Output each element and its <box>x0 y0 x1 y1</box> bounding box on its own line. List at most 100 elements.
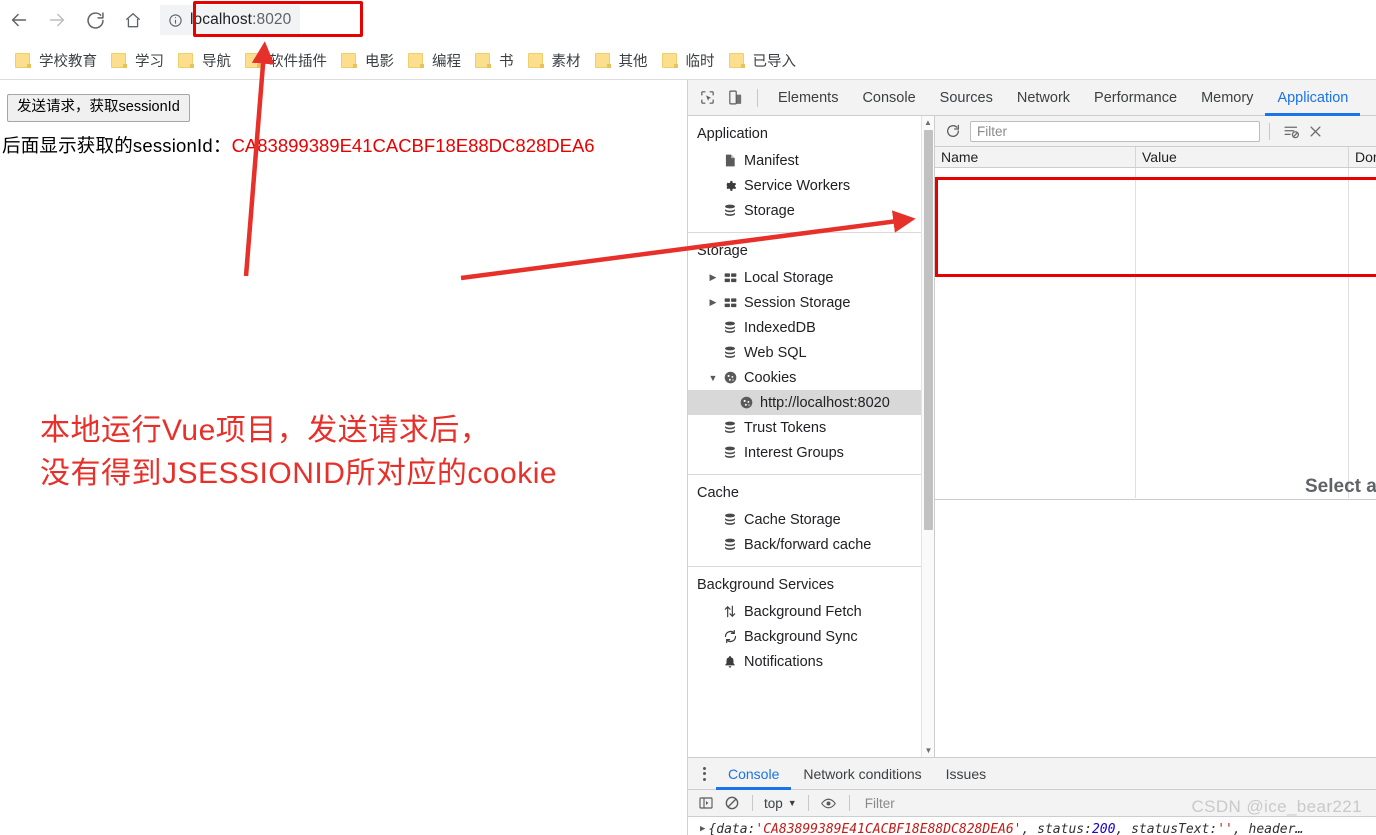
column-header-name[interactable]: Name <box>935 147 1136 167</box>
send-request-button[interactable]: 发送请求，获取sessionId <box>7 94 190 123</box>
tree-item-label: Back/forward cache <box>744 536 872 553</box>
device-toolbar-icon[interactable] <box>721 84 749 112</box>
tree-item-storage[interactable]: ▶Storage <box>688 198 934 223</box>
col-name <box>935 168 1136 498</box>
bookmark-item[interactable]: 电影 <box>334 46 401 74</box>
refresh-icon[interactable] <box>941 119 965 143</box>
drawer-tab-list: Console Network conditions Issues <box>716 758 998 790</box>
inspect-element-icon[interactable] <box>693 84 721 112</box>
log-data-value: 'CA83899389E41CACBF18E88DC828DEA6' <box>755 821 1022 835</box>
column-header-value[interactable]: Value <box>1136 147 1349 167</box>
folder-icon <box>661 52 679 69</box>
forward-button[interactable] <box>38 1 76 39</box>
reload-button[interactable] <box>76 1 114 39</box>
home-button[interactable] <box>114 1 152 39</box>
console-sidebar-icon[interactable] <box>693 792 719 814</box>
tree-item-notifications[interactable]: ▶Notifications <box>688 649 934 674</box>
tree-item-cookies[interactable]: ▼ Cookies <box>688 365 934 390</box>
bookmark-label: 书 <box>499 53 514 70</box>
drawer-tab-network-conditions[interactable]: Network conditions <box>791 758 933 790</box>
database-icon <box>720 420 740 435</box>
bookmark-item[interactable]: 学校教育 <box>8 46 104 74</box>
bookmark-item[interactable]: 学习 <box>104 46 171 74</box>
cookies-filter-input[interactable]: Filter <box>970 120 1260 142</box>
chevron-down-icon[interactable]: ▼ <box>706 373 720 383</box>
folder-icon <box>728 52 746 69</box>
tree-item-back-forward-cache[interactable]: ▶Back/forward cache <box>688 532 934 557</box>
cookies-table-rows[interactable] <box>935 168 1376 498</box>
column-header-domain[interactable]: Domain <box>1349 147 1376 167</box>
bookmark-label: 临时 <box>685 53 715 70</box>
tree-item-web-sql[interactable]: ▶Web SQL <box>688 340 934 365</box>
bookmark-item[interactable]: 临时 <box>655 46 722 74</box>
tab-application[interactable]: Application <box>1265 80 1360 116</box>
tab-network[interactable]: Network <box>1005 80 1082 116</box>
tree-item-manifest[interactable]: ▶Manifest <box>688 148 934 173</box>
drawer-tab-issues[interactable]: Issues <box>934 758 998 790</box>
tree-item-background-sync[interactable]: ▶Background Sync <box>688 624 934 649</box>
console-context-label: top <box>764 795 783 811</box>
drawer-tab-console[interactable]: Console <box>716 758 791 790</box>
tab-console[interactable]: Console <box>850 80 927 116</box>
tree-item-label: Local Storage <box>744 269 834 286</box>
log-status-value: 200 <box>1091 821 1116 835</box>
tree-item-indexeddb[interactable]: ▶IndexedDB <box>688 315 934 340</box>
address-bar[interactable]: localhost:8020 <box>160 5 300 35</box>
bookmark-item[interactable]: 导航 <box>171 46 238 74</box>
bookmark-item[interactable]: 其他 <box>588 46 655 74</box>
tab-memory[interactable]: Memory <box>1189 80 1265 116</box>
clear-filtered-cookies-icon[interactable] <box>1279 119 1303 143</box>
tree-item-label: Interest Groups <box>744 444 844 461</box>
bookmark-label: 导航 <box>202 53 231 70</box>
chevron-right-icon[interactable]: ▶ <box>706 297 720 308</box>
clear-all-cookies-icon[interactable] <box>1303 119 1327 143</box>
console-context-selector[interactable]: top ▼ <box>760 796 801 811</box>
back-button[interactable] <box>0 1 38 39</box>
sidebar-scrollbar-thumb[interactable] <box>924 130 933 530</box>
site-info-icon[interactable] <box>166 11 184 29</box>
tree-section-title: Storage <box>697 243 748 259</box>
kebab-menu-icon[interactable] <box>692 766 716 781</box>
bookmark-item[interactable]: 书 <box>468 46 521 74</box>
cookies-preview-splitter[interactable] <box>935 499 1376 500</box>
cookies-table: NameValueDomain <box>935 147 1376 500</box>
console-filter-input[interactable]: Filter <box>865 796 895 811</box>
tree-item-session-storage[interactable]: ▶ Session Storage <box>688 290 934 315</box>
tree-section-title: Application <box>697 126 768 142</box>
scroll-down-arrow-icon[interactable]: ▼ <box>922 744 934 757</box>
tab-elements[interactable]: Elements <box>766 80 850 116</box>
tree-item-interest-groups[interactable]: ▶Interest Groups <box>688 440 934 465</box>
bell-icon <box>720 654 740 669</box>
screenshot-root: localhost:8020 学校教育 学习 导航 软件插件 电影 编程 书 素材 其他 临时 已导… <box>0 0 1376 835</box>
bookmark-item[interactable]: 已导入 <box>722 46 804 74</box>
tree-item-label: Notifications <box>744 653 823 670</box>
scroll-up-arrow-icon[interactable]: ▲ <box>922 116 934 129</box>
tab-performance[interactable]: Performance <box>1082 80 1189 116</box>
bookmark-item[interactable]: 素材 <box>521 46 588 74</box>
sidebar-scrollbar[interactable]: ▲ ▼ <box>921 116 934 757</box>
folder-icon <box>341 52 358 69</box>
folder-icon <box>408 52 425 69</box>
tree-item-background-fetch[interactable]: ▶Background Fetch <box>688 599 934 624</box>
tree-item-label: http://localhost:8020 <box>760 394 890 411</box>
bookmark-item[interactable]: 编程 <box>401 46 468 74</box>
tree-item-cache-storage[interactable]: ▶Cache Storage <box>688 507 934 532</box>
folder-icon <box>527 52 545 69</box>
folder-icon <box>111 52 128 69</box>
bookmark-item[interactable]: 软件插件 <box>238 46 334 74</box>
log-mid-2: , statusText: <box>1115 821 1218 835</box>
tree-item-trust-tokens[interactable]: ▶Trust Tokens <box>688 415 934 440</box>
clear-console-icon[interactable] <box>719 792 745 814</box>
tab-sources[interactable]: Sources <box>928 80 1005 116</box>
database-icon <box>720 345 740 360</box>
expand-triangle-icon[interactable]: ▶ <box>700 824 705 834</box>
tree-item-local-storage[interactable]: ▶ Local Storage <box>688 265 934 290</box>
cookies-toolbar: Filter <box>935 116 1376 147</box>
tree-item-service-workers[interactable]: ▶Service Workers <box>688 173 934 198</box>
console-log-entry[interactable]: ▶ {data: 'CA83899389E41CACBF18E88DC828DEA… <box>688 817 1376 835</box>
chevron-right-icon[interactable]: ▶ <box>706 272 720 283</box>
cookie-preview-placeholder: Select a cookie to preview its value <box>1305 476 1376 497</box>
tree-item-http-localhost-8020[interactable]: ▶http://localhost:8020 <box>688 390 934 415</box>
devtools-tab-list: Elements Console Sources Network Performance… <box>766 80 1360 116</box>
live-expression-eye-icon[interactable] <box>816 792 842 814</box>
